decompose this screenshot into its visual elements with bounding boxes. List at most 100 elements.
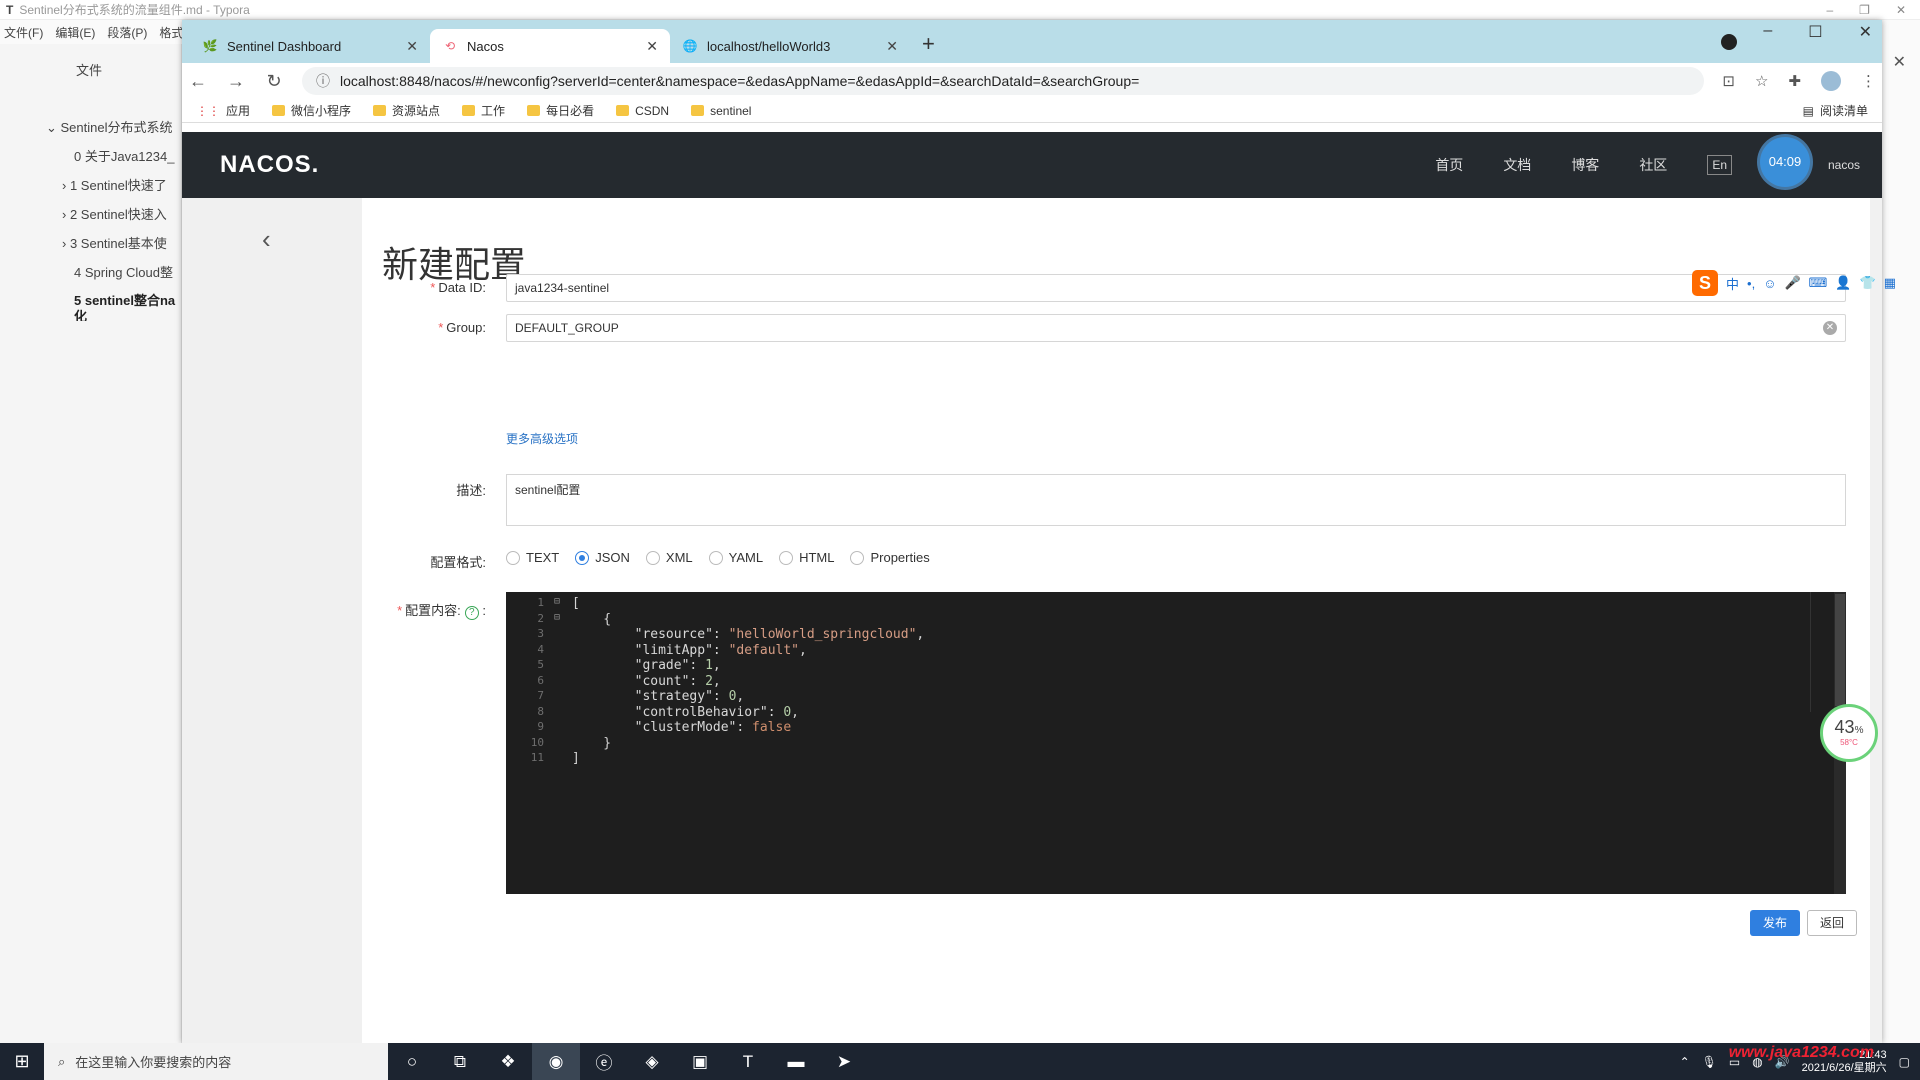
format-json-radio[interactable]: JSON (575, 550, 630, 565)
edge-icon[interactable]: ⓔ (580, 1049, 628, 1074)
page-scrollbar[interactable] (1870, 198, 1882, 1043)
chevron-up-icon[interactable]: ⌃ (1680, 1055, 1690, 1069)
minimize-icon[interactable]: – (1826, 3, 1833, 17)
outline-item[interactable]: 4 Spring Cloud整 (0, 258, 181, 287)
recorder-icon[interactable]: ➤ (820, 1052, 868, 1072)
bookmark-folder[interactable]: sentinel (691, 104, 751, 118)
minimize-icon[interactable]: – (1763, 22, 1772, 42)
outline-item[interactable]: › 2 Sentinel快速入 (0, 200, 181, 229)
terminal-icon[interactable]: ▬ (772, 1052, 820, 1072)
cortana-icon[interactable]: ○ (388, 1052, 436, 1072)
bookmark-apps[interactable]: ⋮⋮ 应用 (196, 102, 250, 119)
notifications-icon[interactable]: ▢ (1899, 1055, 1910, 1069)
vscode-icon[interactable]: ◈ (628, 1052, 676, 1072)
emoji-icon[interactable]: ☺ (1763, 276, 1776, 291)
folder-icon (691, 105, 705, 116)
punctuation-icon[interactable]: •, (1747, 276, 1755, 291)
address-bar[interactable]: ⓘ localhost:8848/nacos/#/newconfig?serve… (302, 67, 1705, 95)
back-button[interactable]: 返回 (1807, 910, 1857, 936)
typora-icon[interactable]: T (724, 1052, 772, 1072)
grid-icon[interactable]: ▦ (1884, 275, 1896, 291)
minimap[interactable] (1810, 592, 1836, 712)
description-textarea[interactable]: sentinel配置 (506, 474, 1846, 526)
reading-list[interactable]: ▤ 阅读清单 (1803, 102, 1868, 119)
nav-community[interactable]: 社区 (1639, 155, 1667, 175)
extensions-icon[interactable]: ✚ (1788, 72, 1801, 90)
close-icon[interactable]: ✕ (1896, 3, 1906, 17)
maximize-icon[interactable]: ☐ (1808, 22, 1822, 42)
outline-item[interactable]: ⌄ Sentinel分布式系统 (0, 113, 181, 142)
files-label[interactable]: 文件 (0, 44, 181, 79)
back-icon[interactable]: ← (188, 71, 208, 92)
microphone-icon[interactable]: 🎙 (1702, 1055, 1717, 1069)
group-input[interactable]: DEFAULT_GROUP ✕ (506, 314, 1846, 342)
taskbar-search[interactable]: ⌕ 在这里输入你要搜索的内容 (44, 1043, 388, 1080)
user-icon[interactable]: 👤 (1835, 275, 1851, 291)
more-options-link[interactable]: 更多高级选项 (506, 430, 578, 447)
close-tab-icon[interactable]: ✕ (886, 38, 898, 55)
close-tab-icon[interactable]: ✕ (406, 38, 418, 55)
nav-docs[interactable]: 文档 (1503, 155, 1531, 175)
ime-mode[interactable]: 中 (1726, 274, 1739, 293)
menu-file[interactable]: 文件(F) (4, 24, 43, 41)
tab-helloworld3[interactable]: 🌐 localhost/helloWorld3 ✕ (670, 29, 910, 63)
nav-home[interactable]: 首页 (1435, 155, 1463, 175)
menu-edit[interactable]: 编辑(E) (55, 24, 95, 41)
sogou-logo-icon[interactable]: S (1692, 270, 1718, 296)
outline-item[interactable]: › 3 Sentinel基本使 (0, 229, 181, 258)
close-tab-icon[interactable]: ✕ (646, 38, 658, 55)
format-html-radio[interactable]: HTML (779, 550, 834, 565)
data-id-input[interactable]: java1234-sentinel (506, 274, 1846, 302)
code-line: "limitApp": "default", (634, 642, 807, 658)
reload-icon[interactable]: ↻ (264, 71, 284, 92)
close-icon[interactable]: ✕ (1893, 52, 1906, 72)
outline-item[interactable]: › 1 Sentinel快速了 (0, 171, 181, 200)
bookmark-folder[interactable]: 微信小程序 (272, 102, 351, 119)
app-icon[interactable]: ❖ (484, 1052, 532, 1072)
bookmark-star-icon[interactable]: ☆ (1755, 72, 1768, 90)
user-name[interactable]: nacos (1828, 158, 1860, 172)
microphone-icon[interactable]: 🎤 (1784, 275, 1800, 291)
translate-icon[interactable]: ⊡ (1722, 72, 1735, 90)
fold-icon[interactable]: ⊟ (554, 596, 560, 607)
record-icon[interactable] (1721, 34, 1737, 50)
outline-item[interactable]: 0 关于Java1234_ (0, 142, 181, 171)
nav-blog[interactable]: 博客 (1571, 155, 1599, 175)
chrome-icon[interactable]: ◉ (532, 1043, 580, 1080)
menu-paragraph[interactable]: 段落(P) (107, 24, 147, 41)
language-switch[interactable]: En (1707, 155, 1732, 175)
profile-avatar[interactable] (1821, 71, 1841, 91)
nacos-logo[interactable]: NACOS. (220, 151, 319, 179)
keyboard-icon[interactable]: ⌨ (1809, 275, 1828, 291)
fold-icon[interactable]: ⊟ (554, 612, 560, 623)
bookmark-folder[interactable]: 资源站点 (373, 102, 440, 119)
format-properties-radio[interactable]: Properties (850, 550, 930, 565)
forward-icon[interactable]: → (226, 71, 246, 92)
new-tab-button[interactable]: + (922, 31, 935, 57)
skin-icon[interactable]: 👕 (1860, 275, 1876, 291)
intellij-icon[interactable]: ▣ (676, 1052, 724, 1072)
cpu-monitor-widget[interactable]: 43% 58°C (1820, 704, 1878, 762)
tab-nacos[interactable]: ⟲ Nacos ✕ (430, 29, 670, 63)
publish-button[interactable]: 发布 (1750, 910, 1800, 936)
close-icon[interactable]: ✕ (1859, 22, 1872, 42)
tab-sentinel-dashboard[interactable]: 🌿 Sentinel Dashboard ✕ (190, 29, 430, 63)
clear-icon[interactable]: ✕ (1823, 321, 1837, 335)
restore-icon[interactable]: ❐ (1859, 3, 1870, 17)
more-menu-icon[interactable]: ⋮ (1861, 72, 1876, 90)
help-icon[interactable]: ? (464, 606, 479, 620)
code-editor[interactable]: 1 ⊟ 2 ⊟ 3 4 5 6 7 8 9 10 11 [ { "resource": "helloWo… (506, 592, 1846, 894)
format-yaml-radio[interactable]: YAML (708, 550, 763, 565)
outline-item-active[interactable]: 5 sentinel整合na 化 (0, 287, 180, 321)
format-xml-radio[interactable]: XML (645, 550, 693, 565)
task-view-icon[interactable]: ⧉ (436, 1052, 484, 1072)
bookmark-folder[interactable]: 工作 (462, 102, 505, 119)
info-icon[interactable]: ⓘ (316, 71, 330, 91)
chevron-left-icon[interactable]: ‹ (262, 224, 271, 255)
bookmark-folder[interactable]: 每日必看 (527, 102, 594, 119)
menu-format[interactable]: 格式 (159, 24, 183, 41)
bookmark-folder[interactable]: CSDN (616, 104, 669, 118)
group-label: * Group: (438, 320, 486, 335)
format-text-radio[interactable]: TEXT (506, 550, 559, 565)
windows-start-icon[interactable]: ⊞ (0, 1051, 44, 1072)
